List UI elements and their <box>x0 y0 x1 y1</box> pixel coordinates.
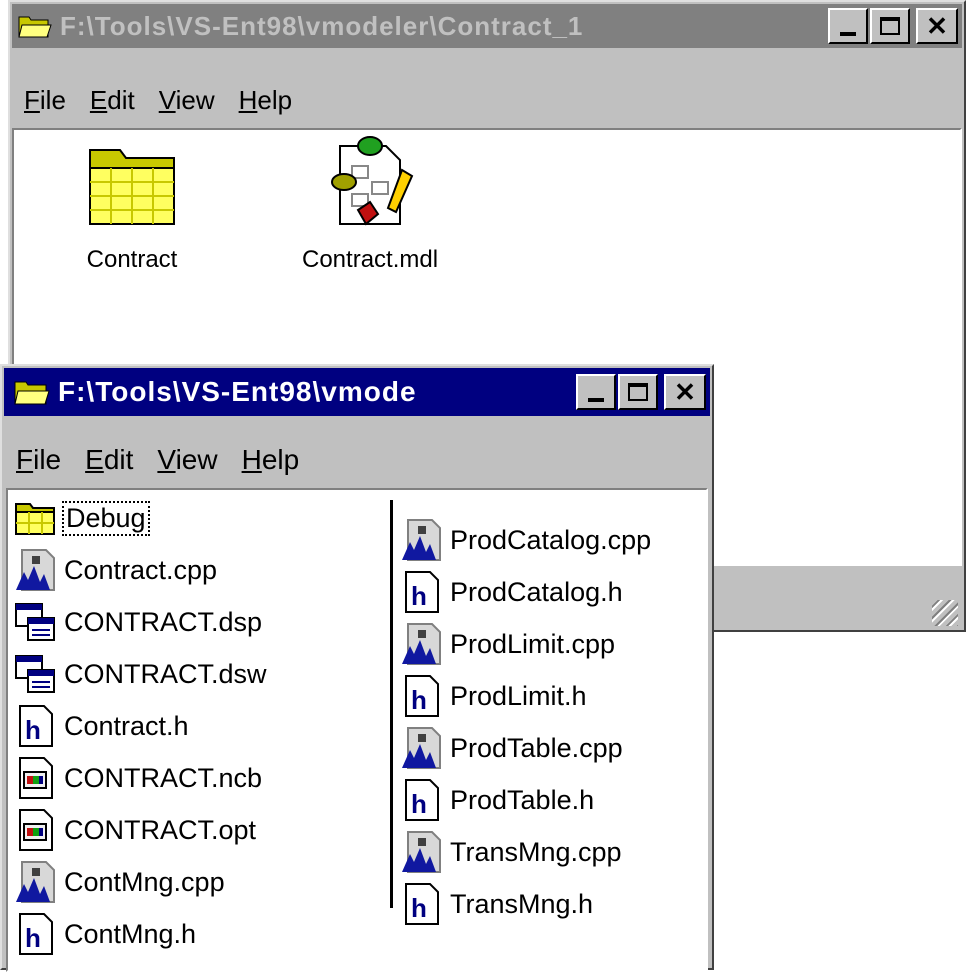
file-item-contract-mdl[interactable]: Contract.mdl <box>302 132 438 274</box>
binary-file-icon <box>14 756 58 800</box>
list-item-label: CONTRACT.opt <box>64 814 257 845</box>
resize-grip[interactable] <box>932 600 958 626</box>
project-file-icon <box>14 600 58 644</box>
list-item-label: ProdLimit.h <box>450 680 587 711</box>
header-file-icon: h <box>400 778 444 822</box>
svg-text:h: h <box>411 685 427 715</box>
list-item[interactable]: ProdCatalog.cpp <box>400 514 651 566</box>
maximize-icon <box>880 17 900 35</box>
list-item-label: CONTRACT.dsw <box>64 658 267 689</box>
list-item-label: ProdLimit.cpp <box>450 628 616 659</box>
list-item[interactable]: ProdLimit.cpp <box>400 618 651 670</box>
list-item-label: TransMng.h <box>450 888 594 919</box>
file-item-label: Contract.mdl <box>302 246 439 273</box>
header-file-icon: h <box>14 912 58 956</box>
list-item-label: ContMng.h <box>64 918 197 949</box>
list-item[interactable]: ProdTable.cpp <box>400 722 651 774</box>
back-window-titlebar[interactable]: F:\Tools\VS-Ent98\vmodeler\Contract_1 ✕ <box>12 4 962 48</box>
list-item[interactable]: h TransMng.h <box>400 878 651 930</box>
menu-help[interactable]: Help <box>230 444 312 476</box>
folder-open-icon <box>14 378 50 406</box>
menu-file[interactable]: File <box>4 444 73 476</box>
column-divider <box>390 500 393 908</box>
menu-edit[interactable]: Edit <box>78 85 147 116</box>
file-list-column-1: Debug Contract.cpp CONTRACT.dsp CONTRACT.ds… <box>14 492 267 960</box>
svg-text:h: h <box>25 923 41 953</box>
maximize-button[interactable] <box>618 374 658 410</box>
minimize-button[interactable] <box>576 374 616 410</box>
folder-open-icon <box>18 13 52 39</box>
project-file-icon <box>14 652 58 696</box>
header-file-icon: h <box>400 570 444 614</box>
list-item-label: ContMng.cpp <box>64 866 225 897</box>
list-item-label: Debug <box>62 500 150 536</box>
cpp-file-icon <box>400 518 444 562</box>
menu-help[interactable]: Help <box>227 85 304 116</box>
list-item-label: Contract.h <box>64 710 189 741</box>
cpp-file-icon <box>14 548 58 592</box>
list-item-label: CONTRACT.ncb <box>64 762 263 793</box>
front-window-content[interactable]: Debug Contract.cpp CONTRACT.dsp CONTRACT.ds… <box>6 488 708 972</box>
list-item[interactable]: h ContMng.h <box>14 908 267 960</box>
header-file-icon: h <box>400 882 444 926</box>
svg-text:h: h <box>411 893 427 923</box>
list-item[interactable]: CONTRACT.opt <box>14 804 267 856</box>
close-icon: ✕ <box>674 376 696 407</box>
back-window-title: F:\Tools\VS-Ent98\vmodeler\Contract_1 <box>60 10 584 41</box>
list-item-label: ProdCatalog.cpp <box>450 524 652 555</box>
header-file-icon: h <box>14 704 58 748</box>
maximize-icon <box>628 383 648 401</box>
maximize-button[interactable] <box>870 8 910 44</box>
front-window-titlebar[interactable]: F:\Tools\VS-Ent98\vmode ✕ <box>4 368 710 416</box>
list-item[interactable]: Debug <box>14 492 267 544</box>
menu-view[interactable]: View <box>147 85 227 116</box>
list-item-label: ProdCatalog.h <box>450 576 623 607</box>
menu-file[interactable]: File <box>12 85 78 116</box>
list-item-label: Contract.cpp <box>64 554 218 585</box>
list-item[interactable]: h ProdTable.h <box>400 774 651 826</box>
folder-icon <box>84 144 180 228</box>
close-button[interactable]: ✕ <box>916 8 958 44</box>
svg-text:h: h <box>411 581 427 611</box>
list-item[interactable]: ContMng.cpp <box>14 856 267 908</box>
list-item[interactable]: Contract.cpp <box>14 544 267 596</box>
cpp-file-icon <box>400 726 444 770</box>
list-item-label: ProdTable.h <box>450 784 595 815</box>
close-icon: ✕ <box>926 10 948 41</box>
menu-edit[interactable]: Edit <box>73 444 145 476</box>
file-list-column-2: ProdCatalog.cpp h ProdCatalog.h ProdLimit.c… <box>400 514 651 930</box>
list-item-label: ProdTable.cpp <box>450 732 623 763</box>
minimize-button[interactable] <box>828 8 868 44</box>
back-window-menubar: File Edit View Help <box>12 78 962 122</box>
list-item-label: CONTRACT.dsp <box>64 606 263 637</box>
cpp-file-icon <box>400 622 444 666</box>
minimize-icon <box>588 398 604 402</box>
list-item[interactable]: CONTRACT.dsw <box>14 648 267 700</box>
header-file-icon: h <box>400 674 444 718</box>
minimize-icon <box>840 32 856 36</box>
model-file-icon <box>320 132 420 228</box>
front-window-menubar: File Edit View Help <box>4 438 710 482</box>
folder-item-label: Contract <box>86 246 178 273</box>
back-window-controls: ✕ <box>828 8 958 44</box>
list-item[interactable]: TransMng.cpp <box>400 826 651 878</box>
list-item[interactable]: h ProdLimit.h <box>400 670 651 722</box>
list-item[interactable]: h ProdCatalog.h <box>400 566 651 618</box>
front-window-title: F:\Tools\VS-Ent98\vmode <box>58 376 417 407</box>
svg-text:h: h <box>411 789 427 819</box>
list-item-label: TransMng.cpp <box>450 836 622 867</box>
list-item[interactable]: CONTRACT.ncb <box>14 752 267 804</box>
front-window-controls: ✕ <box>576 374 706 410</box>
svg-text:h: h <box>25 715 41 745</box>
folder-item-contract[interactable]: Contract <box>84 144 180 274</box>
cpp-file-icon <box>14 860 58 904</box>
front-explorer-window[interactable]: F:\Tools\VS-Ent98\vmode ✕ File Edit View… <box>0 364 714 972</box>
cpp-file-icon <box>400 830 444 874</box>
list-item[interactable]: CONTRACT.dsp <box>14 596 267 648</box>
folder-icon <box>14 496 58 540</box>
list-item[interactable]: h Contract.h <box>14 700 267 752</box>
menu-view[interactable]: View <box>145 444 229 476</box>
close-button[interactable]: ✕ <box>664 374 706 410</box>
binary-file-icon <box>14 808 58 852</box>
